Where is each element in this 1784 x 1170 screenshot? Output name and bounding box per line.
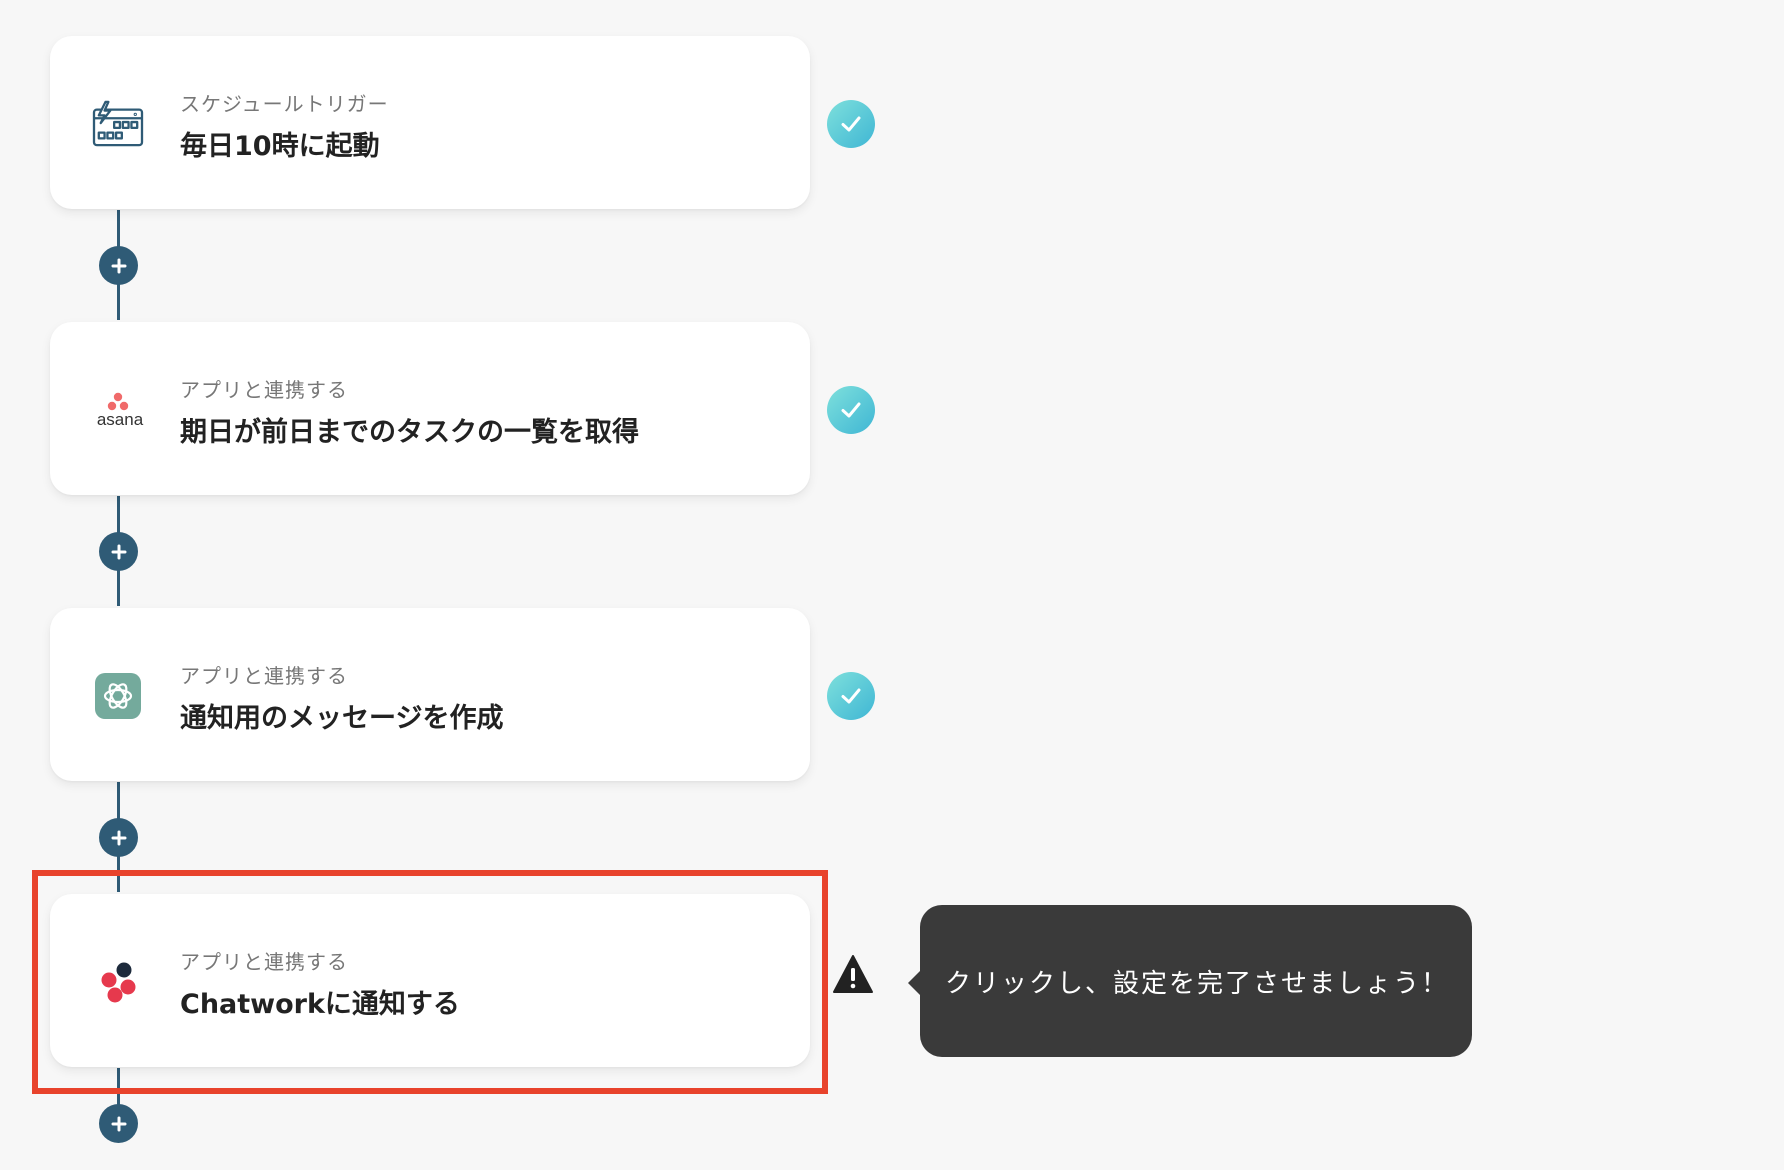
checkmark-icon — [841, 116, 861, 132]
flow-step-card-schedule[interactable]: スケジュールトリガー 毎日10時に起動 — [50, 36, 810, 209]
checkmark-icon — [841, 402, 861, 418]
step-type-label: スケジュールトリガー — [180, 92, 389, 116]
step-title: 毎日10時に起動 — [180, 131, 380, 162]
step-title: 通知用のメッセージを作成 — [180, 703, 504, 734]
step-complete-badge — [827, 672, 875, 720]
schedule-calendar-icon — [88, 94, 148, 154]
plus-icon — [111, 1116, 126, 1131]
add-step-button[interactable] — [99, 818, 138, 857]
add-step-button[interactable] — [99, 246, 138, 285]
tooltip-text: クリックし、設定を完了させましょう！ — [945, 968, 1450, 999]
plus-icon — [111, 830, 126, 845]
plus-icon — [111, 258, 126, 273]
add-step-button[interactable] — [99, 532, 138, 571]
asana-logo-text: asana — [96, 410, 144, 429]
step-complete-badge — [827, 386, 875, 434]
chatgpt-logo-icon — [88, 666, 148, 726]
warning-icon — [833, 955, 873, 993]
highlight-box — [32, 870, 828, 1094]
tooltip: クリックし、設定を完了させましょう！ — [908, 905, 1472, 1057]
add-step-button[interactable] — [99, 1104, 138, 1143]
checkmark-icon — [841, 688, 861, 704]
step-type-label: アプリと連携する — [180, 664, 348, 688]
step-complete-badge — [827, 100, 875, 148]
plus-icon — [111, 544, 126, 559]
flow-step-card-chatgpt[interactable]: アプリと連携する 通知用のメッセージを作成 — [50, 608, 810, 781]
flow-step-card-asana[interactable]: asana アプリと連携する 期日が前日までのタスクの一覧を取得 — [50, 322, 810, 495]
step-title: 期日が前日までのタスクの一覧を取得 — [180, 417, 639, 448]
step-type-label: アプリと連携する — [180, 378, 348, 402]
